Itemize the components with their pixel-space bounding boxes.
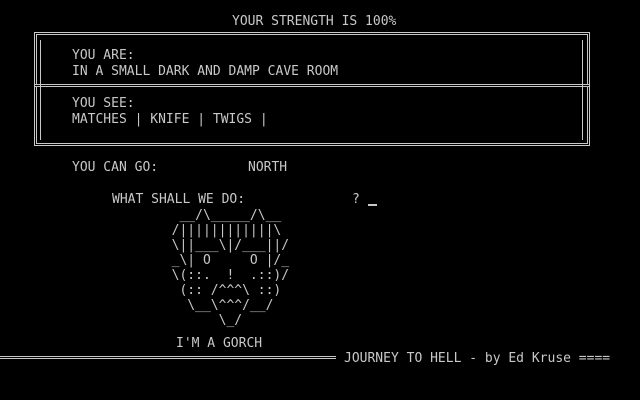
location-description: IN A SMALL DARK AND DAMP CAVE ROOM	[72, 64, 339, 79]
footer-rule-left	[0, 356, 336, 359]
footer-title: JOURNEY TO HELL - by Ed Kruse ====	[344, 351, 611, 366]
game-screen: YOUR STRENGTH IS 100% YOU ARE: IN A SMAL…	[0, 0, 640, 400]
character-caption: I'M A GORCH	[176, 336, 263, 351]
exits-label: YOU CAN GO:	[72, 160, 159, 175]
panel-inner-bar-right	[582, 40, 583, 140]
panel-inner-bar-left	[40, 40, 41, 140]
inventory-items: MATCHES | KNIFE | TWIGS |	[72, 112, 268, 127]
panel-divider	[34, 84, 590, 87]
command-prompt-label: WHAT SHALL WE DO:	[112, 192, 246, 207]
location-heading: YOU ARE:	[72, 48, 135, 63]
command-input-cursor[interactable]	[368, 204, 377, 206]
command-prompt-marker: ?	[352, 192, 360, 207]
inventory-heading: YOU SEE:	[72, 96, 135, 111]
strength-status: YOUR STRENGTH IS 100%	[232, 14, 397, 29]
gorch-ascii-portrait: __/\_____/\__ /||||||||||||\ \||___\|/__…	[171, 208, 290, 328]
exits-directions: NORTH	[248, 160, 288, 175]
